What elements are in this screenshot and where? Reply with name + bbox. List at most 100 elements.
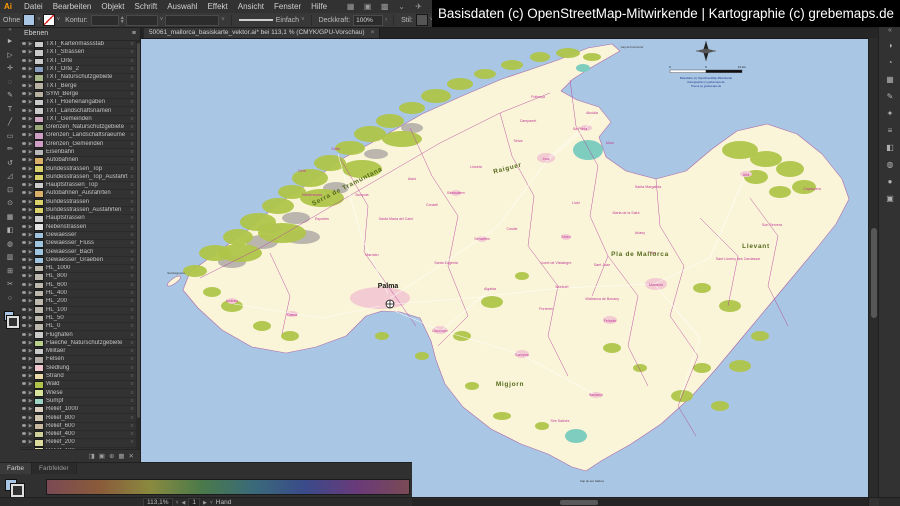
visibility-eye-icon[interactable]	[20, 431, 27, 438]
stroke-color-swatch[interactable]	[43, 14, 55, 26]
target-circle-icon[interactable]: ○	[128, 439, 136, 446]
expand-arrow-icon[interactable]: ▶	[27, 323, 34, 330]
expand-arrow-icon[interactable]: ▶	[27, 74, 34, 81]
transparency-panel-icon[interactable]: ◍	[882, 156, 898, 173]
layer-row-Gewaesser_Fluss[interactable]: ▶Gewaesser_Fluss○	[20, 240, 136, 248]
expand-arrow-icon[interactable]: ▶	[27, 116, 34, 123]
expand-arrow-icon[interactable]: ▶	[27, 141, 34, 148]
expand-arrow-icon[interactable]: ▶	[27, 265, 34, 272]
layer-row-Felsen[interactable]: ▶Felsen○	[20, 356, 136, 364]
visibility-eye-icon[interactable]	[20, 174, 27, 181]
target-circle-icon[interactable]: ○	[128, 423, 136, 430]
visibility-eye-icon[interactable]	[20, 390, 27, 397]
horizontal-scrollbar[interactable]	[412, 499, 868, 506]
fill-color-swatch[interactable]	[23, 14, 35, 26]
document-canvas[interactable]: PollençaAlcúdiaSa PoblaCampanetSelvaMuro…	[140, 38, 868, 497]
expand-arrow-icon[interactable]: ▶	[27, 340, 34, 347]
visibility-eye-icon[interactable]	[20, 224, 27, 231]
stroke-panel-icon[interactable]: ≡	[882, 122, 898, 139]
target-circle-icon[interactable]: ○	[128, 348, 136, 355]
target-circle-icon[interactable]: ○	[128, 224, 136, 231]
swatches-panel-icon[interactable]: ▦	[882, 71, 898, 88]
magic-wand-tool[interactable]: ✛	[3, 62, 17, 76]
visibility-eye-icon[interactable]	[20, 240, 27, 247]
expand-arrow-icon[interactable]: ▶	[27, 199, 34, 206]
expand-arrow-icon[interactable]: ▶	[27, 215, 34, 222]
zoom-level-field[interactable]: 113,1%	[143, 498, 173, 506]
expand-arrow-icon[interactable]: ▶	[27, 398, 34, 405]
layer-row-HL_400[interactable]: ▶HL_400○	[20, 290, 136, 298]
visibility-eye-icon[interactable]	[20, 406, 27, 413]
layer-row-Eisenbahn[interactable]: ▶Eisenbahn○	[20, 149, 136, 157]
target-circle-icon[interactable]: ○	[128, 315, 136, 322]
layer-row-Grenzen_Naturschutzgebiete[interactable]: ▶Grenzen_Naturschutzgebiete○	[20, 124, 136, 132]
layer-row-Bundesstrassen_Ausfahrten[interactable]: ▶Bundesstrassen_Ausfahrten○	[20, 207, 136, 215]
graphic-style-swatch[interactable]	[416, 14, 428, 26]
layer-row-Gewaesser[interactable]: ▶Gewaesser○	[20, 232, 136, 240]
layer-row-Wald[interactable]: ▶Wald○	[20, 381, 136, 389]
symbols-panel-icon[interactable]: ✦	[882, 105, 898, 122]
visibility-eye-icon[interactable]	[20, 265, 27, 272]
expand-arrow-icon[interactable]: ▶	[27, 232, 34, 239]
delete-layer-icon[interactable]: ✕	[129, 452, 134, 460]
menu-fenster[interactable]: Fenster	[269, 2, 306, 11]
expand-arrow-icon[interactable]: ▶	[27, 224, 34, 231]
layer-row-SYM_Berge[interactable]: ▶SYM_Berge○	[20, 91, 136, 99]
brushes-panel-icon[interactable]: ✎	[882, 88, 898, 105]
layer-row-Relief_800[interactable]: ▶Relief_800○	[20, 414, 136, 422]
layer-row-Grenzen_Landschaftsraeume[interactable]: ▶Grenzen_Landschaftsraeume○	[20, 132, 136, 140]
target-circle-icon[interactable]: ○	[128, 174, 136, 181]
pen-tool[interactable]: ✎	[3, 89, 17, 103]
target-circle-icon[interactable]: ○	[128, 207, 136, 214]
expand-arrow-icon[interactable]: ▶	[27, 149, 34, 156]
target-circle-icon[interactable]: ○	[128, 431, 136, 438]
expand-arrow-icon[interactable]: ▶	[27, 332, 34, 339]
free-transform-tool[interactable]: ⊡	[3, 184, 17, 198]
menu-bearbeiten[interactable]: Bearbeiten	[48, 2, 97, 11]
layer-row-Autobahnen[interactable]: ▶Autobahnen○	[20, 157, 136, 165]
stroke-style-select[interactable]: Einfach	[276, 17, 299, 24]
color-panel-icon[interactable]: ◑	[882, 37, 898, 54]
visibility-eye-icon[interactable]	[20, 373, 27, 380]
chevron-down-icon[interactable]: ˅	[176, 500, 179, 506]
layer-row-TXT_Orte[interactable]: ▶TXT_Orte○	[20, 58, 136, 66]
target-circle-icon[interactable]: ○	[128, 290, 136, 297]
shape-builder-tool[interactable]: ⊙	[3, 197, 17, 211]
layer-row-HL_100[interactable]: ▶HL_100○	[20, 307, 136, 315]
target-circle-icon[interactable]: ○	[128, 232, 136, 239]
artboards-panel-icon[interactable]: ▣	[882, 190, 898, 207]
visibility-eye-icon[interactable]	[20, 356, 27, 363]
target-circle-icon[interactable]: ○	[128, 240, 136, 247]
visibility-eye-icon[interactable]	[20, 199, 27, 206]
layer-row-HL_50[interactable]: ▶HL_50○	[20, 315, 136, 323]
visibility-eye-icon[interactable]	[20, 190, 27, 197]
panel-menu-icon[interactable]: ≡	[132, 30, 136, 37]
scale-tool[interactable]: ◿	[3, 170, 17, 184]
target-circle-icon[interactable]: ○	[128, 307, 136, 314]
visibility-eye-icon[interactable]	[20, 207, 27, 214]
new-sublayer-icon[interactable]: ▣	[99, 452, 105, 460]
expand-arrow-icon[interactable]: ▶	[27, 166, 34, 173]
expand-arrow-icon[interactable]: ▶	[27, 298, 34, 305]
visibility-eye-icon[interactable]	[20, 215, 27, 222]
target-circle-icon[interactable]: ○	[128, 41, 136, 48]
chevron-down-icon[interactable]: ˅	[160, 17, 164, 23]
layer-row-Relief_200[interactable]: ▶Relief_200○	[20, 439, 136, 447]
expand-arrow-icon[interactable]: ▶	[27, 431, 34, 438]
target-circle-icon[interactable]: ○	[128, 66, 136, 73]
expand-arrow-icon[interactable]: ▶	[27, 365, 34, 372]
chevron-down-icon[interactable]: ˅	[57, 17, 61, 23]
expand-arrow-icon[interactable]: ▶	[27, 157, 34, 164]
visibility-eye-icon[interactable]	[20, 124, 27, 131]
visibility-eye-icon[interactable]	[20, 423, 27, 430]
target-circle-icon[interactable]: ○	[128, 149, 136, 156]
brush-definition-select[interactable]	[165, 15, 219, 26]
target-circle-icon[interactable]: ○	[128, 282, 136, 289]
layer-row-Relief_400[interactable]: ▶Relief_400○	[20, 431, 136, 439]
visibility-eye-icon[interactable]	[20, 232, 27, 239]
rotate-tool[interactable]: ↺	[3, 157, 17, 171]
layer-row-Relief_600[interactable]: ▶Relief_600○	[20, 423, 136, 431]
fill-stroke-control[interactable]	[4, 311, 16, 325]
layers-scrollbar[interactable]	[136, 41, 140, 449]
expand-arrow-icon[interactable]: ▶	[27, 108, 34, 115]
